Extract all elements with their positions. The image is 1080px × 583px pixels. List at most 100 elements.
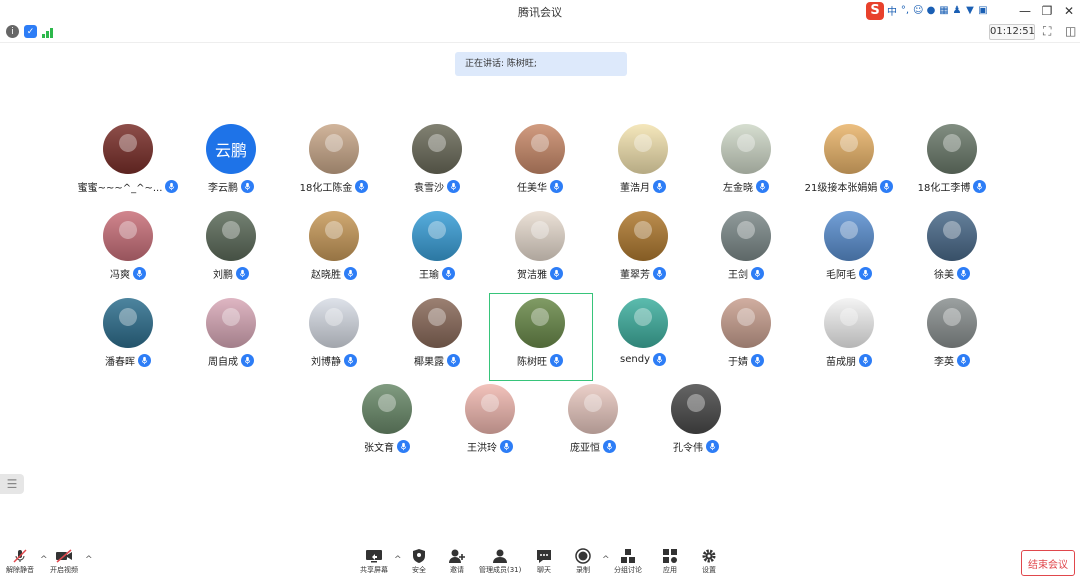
avatar bbox=[206, 211, 256, 261]
unmute-label: 解除静音 bbox=[6, 566, 34, 574]
participant-tile[interactable]: 云鹏 李云鹏 bbox=[179, 124, 283, 210]
participant-name: 王洪玲 bbox=[467, 443, 497, 454]
participant-name-row: 21级接本张娟娟 bbox=[797, 179, 901, 194]
restore-icon[interactable]: ❐ bbox=[1036, 0, 1058, 22]
participant-tile[interactable]: 潘春晖 bbox=[76, 298, 180, 384]
participant-tile[interactable]: 王剑 bbox=[694, 211, 798, 297]
share-screen-button[interactable]: 共享屏幕 bbox=[360, 547, 388, 575]
participant-tile[interactable]: 左金晓 bbox=[694, 124, 798, 210]
signal-icon[interactable] bbox=[42, 25, 55, 38]
participant-name-row: 庞亚恒 bbox=[541, 439, 645, 454]
participant-tile[interactable]: 18化工李博 bbox=[900, 124, 1004, 210]
settings-button[interactable]: 设置 bbox=[700, 547, 718, 575]
avatar bbox=[412, 298, 462, 348]
participant-tile[interactable]: 椰果露 bbox=[385, 298, 489, 384]
participant-name-row: 徐美 bbox=[900, 266, 1004, 281]
avatar bbox=[515, 298, 565, 348]
participant-tile[interactable]: 张文育 bbox=[335, 384, 439, 470]
avatar bbox=[568, 384, 618, 434]
participant-name: 庞亚恒 bbox=[570, 443, 600, 454]
avatar-photo bbox=[412, 124, 462, 174]
participant-tile[interactable]: 于婧 bbox=[694, 298, 798, 384]
title-bar: 腾讯会议 S 中 °, ☺ ● ▦ ♟ ▼ ▣ — ❐ ✕ bbox=[0, 0, 1080, 22]
participant-tile[interactable]: 李英 bbox=[900, 298, 1004, 384]
participant-name-row: 陈树旺 bbox=[488, 353, 592, 368]
start-video-button[interactable]: 开启视频 bbox=[50, 547, 78, 575]
avatar-photo bbox=[721, 124, 771, 174]
info-icon[interactable]: i bbox=[6, 25, 19, 38]
record-options-caret[interactable]: ^ bbox=[602, 555, 610, 565]
sogou-icon[interactable]: S bbox=[866, 1, 884, 20]
mic-icon bbox=[241, 354, 254, 367]
keyboard-icon[interactable]: ▦ bbox=[939, 5, 949, 16]
smile-icon[interactable]: ☺ bbox=[913, 5, 923, 16]
participant-tile[interactable]: 陈树旺 bbox=[488, 298, 592, 384]
fullscreen-icon[interactable]: ⛶ bbox=[1043, 24, 1051, 39]
grid-icon[interactable]: ▣ bbox=[978, 5, 988, 16]
participant-name: 刘博静 bbox=[311, 357, 341, 368]
participant-tile[interactable]: 贺洁雅 bbox=[488, 211, 592, 297]
security-shield-icon bbox=[410, 547, 428, 565]
participant-tile[interactable]: 徐美 bbox=[900, 211, 1004, 297]
participant-tile[interactable]: 21级接本张娟娟 bbox=[797, 124, 901, 210]
participant-tile[interactable]: 蜜蜜~~~^_^~... bbox=[76, 124, 180, 210]
avatar bbox=[309, 124, 359, 174]
participant-tile[interactable]: 18化工陈金 bbox=[282, 124, 386, 210]
share-options-caret[interactable]: ^ bbox=[394, 555, 402, 565]
participant-tile[interactable]: 庞亚恒 bbox=[541, 384, 645, 470]
list-toggle-icon[interactable]: ☰ bbox=[0, 474, 24, 494]
participant-name: 董翠芳 bbox=[620, 270, 650, 281]
mic-icon bbox=[447, 354, 460, 367]
participant-tile[interactable]: 董浩月 bbox=[591, 124, 695, 210]
user-icon[interactable]: ♟ bbox=[952, 5, 962, 16]
mic-icon bbox=[442, 267, 455, 280]
participant-tile[interactable]: 苗成朋 bbox=[797, 298, 901, 384]
participant-name-row: 孔令伟 bbox=[644, 439, 748, 454]
participant-tile[interactable]: 孔令伟 bbox=[644, 384, 748, 470]
participant-name-row: 冯爽 bbox=[76, 266, 180, 281]
breakout-label: 分组讨论 bbox=[614, 566, 642, 574]
participant-tile[interactable]: 刘博静 bbox=[282, 298, 386, 384]
minimize-icon[interactable]: — bbox=[1014, 0, 1036, 22]
mic-icon bbox=[603, 440, 616, 453]
participant-tile[interactable]: 刘鹏 bbox=[179, 211, 283, 297]
close-icon[interactable]: ✕ bbox=[1058, 0, 1080, 22]
avatar bbox=[412, 211, 462, 261]
participant-tile[interactable]: 王瑜 bbox=[385, 211, 489, 297]
ime-toolbar[interactable]: S 中 °, ☺ ● ▦ ♟ ▼ ▣ bbox=[866, 1, 988, 20]
video-options-caret[interactable]: ^ bbox=[85, 555, 93, 565]
participant-tile[interactable]: 袁雪沙 bbox=[385, 124, 489, 210]
invite-button[interactable]: 邀请 bbox=[448, 547, 466, 575]
ime-punct[interactable]: °, bbox=[900, 5, 910, 16]
participant-tile[interactable]: 毛阿毛 bbox=[797, 211, 901, 297]
bottom-toolbar: 解除静音 ^ 开启视频 ^ 共享屏幕 ^ 安全 邀请 管理成员(31) 聊天 录… bbox=[0, 543, 1080, 583]
participant-name: 袁雪沙 bbox=[414, 183, 444, 194]
participant-tile[interactable]: 王洪玲 bbox=[438, 384, 542, 470]
manage-members-button[interactable]: 管理成员(31) bbox=[479, 547, 521, 575]
participant-tile[interactable]: 冯爽 bbox=[76, 211, 180, 297]
shirt-icon[interactable]: ▼ bbox=[965, 5, 975, 16]
participant-tile[interactable]: sendy bbox=[591, 298, 695, 384]
apps-button[interactable]: 应用 bbox=[661, 547, 679, 575]
end-meeting-button[interactable]: 结束会议 bbox=[1021, 550, 1075, 576]
audio-options-caret[interactable]: ^ bbox=[40, 555, 48, 565]
participant-name: sendy bbox=[620, 354, 650, 365]
avatar-photo bbox=[568, 384, 618, 434]
mic-icon bbox=[355, 180, 369, 193]
record-button[interactable]: 录制 bbox=[574, 547, 592, 575]
breakout-button[interactable]: 分组讨论 bbox=[614, 547, 642, 575]
participant-tile[interactable]: 赵晓胜 bbox=[282, 211, 386, 297]
chat-button[interactable]: 聊天 bbox=[535, 547, 553, 575]
shield-icon[interactable]: ✓ bbox=[24, 25, 37, 38]
participant-name-row: 张文育 bbox=[335, 439, 439, 454]
mic-icon bbox=[859, 354, 872, 367]
security-button[interactable]: 安全 bbox=[410, 547, 428, 575]
participant-tile[interactable]: 任美华 bbox=[488, 124, 592, 210]
avatar-photo bbox=[412, 211, 462, 261]
participant-tile[interactable]: 董翠芳 bbox=[591, 211, 695, 297]
participant-tile[interactable]: 周自成 bbox=[179, 298, 283, 384]
ime-lang[interactable]: 中 bbox=[887, 3, 897, 18]
layout-icon[interactable]: ◫ bbox=[1065, 24, 1076, 38]
unmute-button[interactable]: 解除静音 bbox=[6, 547, 34, 575]
mic-icon[interactable]: ● bbox=[926, 5, 936, 16]
